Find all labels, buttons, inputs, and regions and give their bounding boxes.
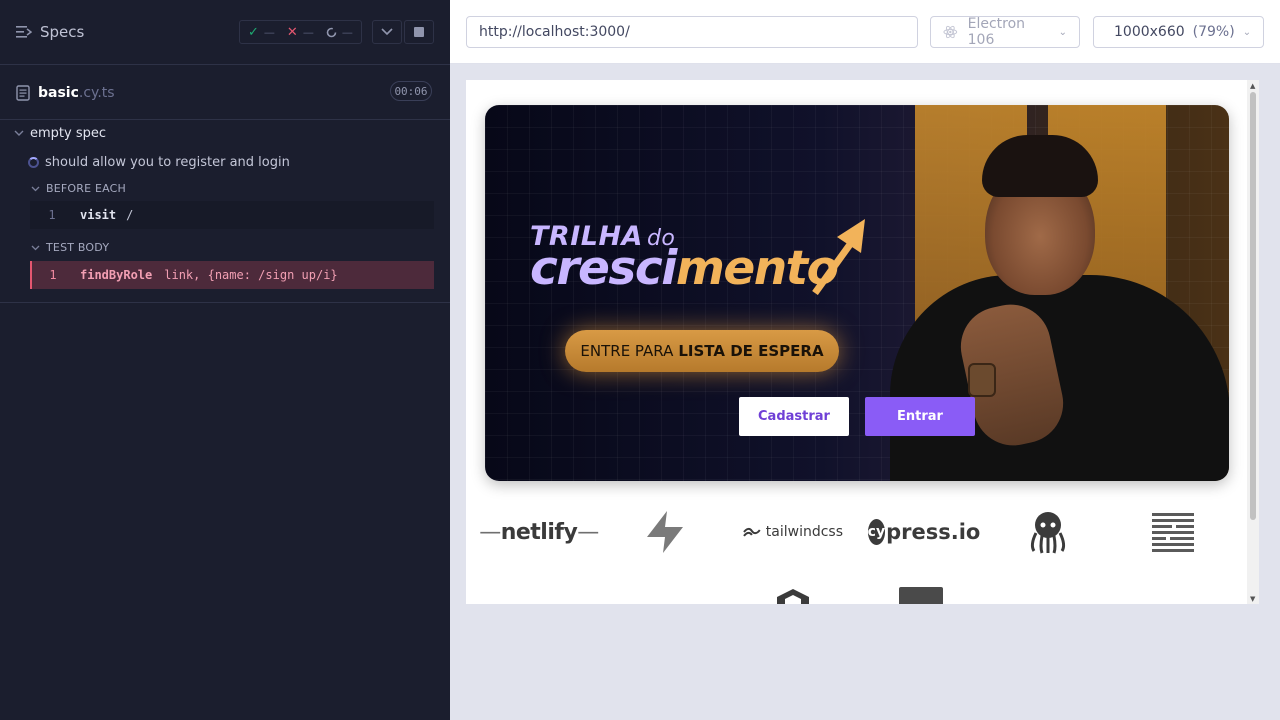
specs-nav[interactable]: Specs: [16, 23, 84, 41]
cypress-text: press.io: [886, 520, 981, 544]
passed-count: —: [263, 25, 275, 39]
pending-stat: —: [326, 26, 353, 39]
browser-toolbar: http://localhost:3000/ Electron 106 ⌄ 10…: [450, 0, 1280, 64]
viewport-zoom: (79%): [1192, 24, 1235, 40]
stop-icon: [414, 27, 424, 37]
octopus-logo: [1025, 506, 1071, 558]
netlify-logo: — netlify —: [479, 519, 599, 545]
suite-title[interactable]: empty spec: [14, 126, 106, 141]
pending-spinner-icon: [326, 27, 337, 37]
spec-name: basic: [38, 84, 79, 101]
hook-label: BEFORE EACH: [46, 182, 127, 195]
electron-icon: [943, 25, 958, 39]
spec-duration: 00:06: [390, 81, 432, 101]
scroll-down-icon[interactable]: ▼: [1250, 595, 1255, 603]
scroll-thumb[interactable]: [1250, 92, 1256, 520]
passed-stat: ✓ —: [248, 25, 275, 40]
chevron-down-icon: [14, 130, 24, 136]
hook-test-body[interactable]: TEST BODY: [31, 241, 109, 254]
chevron-down-icon: ⌄: [1058, 26, 1067, 38]
failed-count: —: [302, 25, 314, 39]
lightning-icon: [647, 511, 683, 553]
browser-selector[interactable]: Electron 106 ⌄: [930, 16, 1080, 48]
reporter-panel: Specs ✓ — ✕ — — basic.cy.ts 00:06 empty …: [0, 0, 450, 720]
command-number: 1: [49, 268, 57, 282]
growth-arrow-icon: [812, 219, 865, 295]
url-text: http://localhost:3000/: [479, 24, 630, 40]
hook-before-each[interactable]: BEFORE EACH: [31, 182, 126, 195]
spec-file[interactable]: basic.cy.ts: [16, 85, 115, 101]
chevron-down-icon: ⌄: [1242, 26, 1252, 38]
chevron-down-icon: [31, 186, 40, 191]
browser-name: Electron 106: [967, 16, 1026, 48]
url-bar[interactable]: http://localhost:3000/: [466, 16, 918, 48]
pending-count: —: [341, 25, 353, 39]
login-button[interactable]: Entrar: [865, 397, 975, 436]
suite-label: empty spec: [30, 126, 107, 141]
spec-file-row: basic.cy.ts: [0, 66, 450, 120]
octopus-icon: [1030, 512, 1066, 554]
netlify-text: netlify: [500, 519, 578, 545]
square-logo: [899, 587, 943, 604]
scroll-up-icon[interactable]: ▲: [1250, 82, 1255, 90]
ibm-logo: [1149, 506, 1197, 558]
command-number: 1: [48, 208, 56, 222]
divider: [0, 302, 450, 303]
viewport-size: 1000x660: [1114, 24, 1185, 40]
collapse-all-button[interactable]: [372, 20, 402, 44]
command-name: visit: [80, 208, 117, 222]
waitlist-cta[interactable]: ENTRE PARA LISTA DE ESPERA: [565, 330, 839, 372]
command-arg: /: [126, 208, 134, 222]
failed-stat: ✕ —: [287, 25, 314, 40]
title-cresci: cresci: [530, 241, 677, 296]
tailwind-wave-icon: [743, 527, 761, 537]
document-icon: [16, 84, 30, 101]
cta-bold: LISTA DE ESPERA: [678, 342, 824, 360]
presenter-body: [890, 275, 1229, 481]
cypress-badge: cy: [867, 519, 886, 545]
cypress-logo: cy press.io: [867, 506, 981, 558]
cta-prefix: ENTRE PARA: [580, 342, 674, 360]
tailwind-logo: tailwindcss: [743, 506, 843, 558]
spec-ext: .cy.ts: [78, 84, 115, 101]
app-preview: TRILHA do crescimento ENTRE PARA LISTA DE …: [466, 80, 1259, 604]
hook-label: TEST BODY: [46, 241, 110, 254]
test-title[interactable]: should allow you to register and login: [28, 155, 290, 170]
running-spinner-icon: [28, 157, 39, 168]
hero-title-line2: crescimento: [530, 241, 839, 296]
striped-logo-icon: [1152, 513, 1194, 552]
cross-icon: ✕: [286, 24, 298, 40]
test-label: should allow you to register and login: [45, 155, 290, 170]
command-row[interactable]: 1 visit /: [30, 201, 434, 229]
chevron-down-icon: [381, 28, 393, 36]
check-icon: ✓: [248, 24, 259, 40]
specs-list-icon: [16, 26, 32, 38]
sponsor-logos: — netlify — tailwindcss cy press.io: [479, 506, 1229, 566]
chevron-down-icon: [31, 245, 40, 250]
stats-group: ✓ — ✕ — —: [239, 20, 362, 44]
viewport-selector[interactable]: 1000x660 (79%) ⌄: [1093, 16, 1264, 48]
scrollbar[interactable]: ▲ ▼: [1247, 80, 1259, 604]
supabase-logo: [640, 506, 690, 558]
presenter-hair: [982, 135, 1098, 197]
stop-button[interactable]: [404, 20, 434, 44]
command-name: findByRole: [80, 268, 153, 282]
tailwind-text: tailwindcss: [765, 524, 843, 540]
command-row-failed[interactable]: 1 findByRole link, {name: /sign up/i}: [30, 261, 434, 289]
shield-logo-icon: [777, 589, 809, 604]
watch-icon: [968, 363, 996, 397]
specs-title: Specs: [40, 23, 85, 41]
hero-banner: TRILHA do crescimento ENTRE PARA LISTA DE …: [485, 105, 1229, 481]
register-button[interactable]: Cadastrar: [739, 397, 849, 436]
command-arg: link, {name: /sign up/i}: [164, 268, 338, 282]
